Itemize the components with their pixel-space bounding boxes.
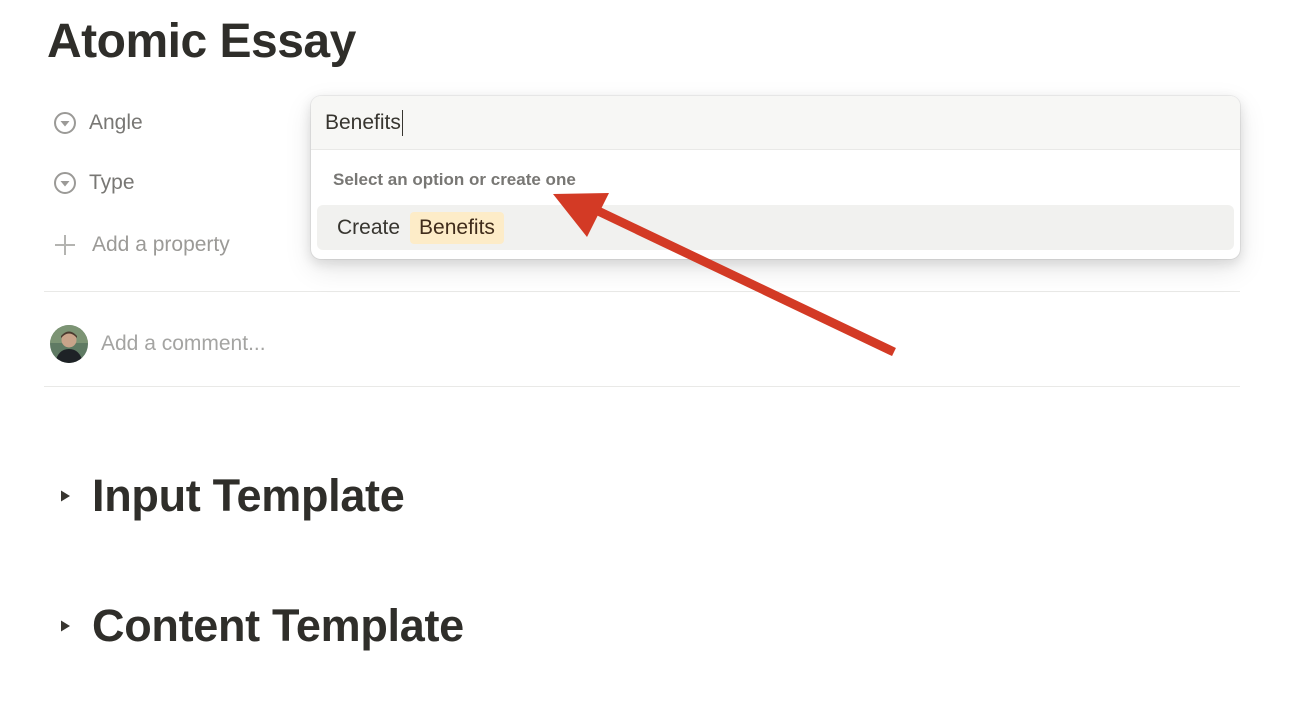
- toggle-heading-title: Content Template: [92, 600, 464, 651]
- comment-row[interactable]: Add a comment...: [50, 324, 266, 364]
- property-label: Type: [89, 171, 135, 194]
- select-dropdown: Benefits Select an option or create one …: [311, 96, 1240, 259]
- add-property-label: Add a property: [92, 233, 230, 256]
- create-option-button[interactable]: Create Benefits: [317, 205, 1234, 250]
- text-caret: [401, 109, 404, 136]
- option-tag: Benefits: [410, 211, 504, 244]
- add-property-button[interactable]: Add a property: [52, 225, 230, 265]
- search-value: Benefits: [325, 110, 401, 134]
- comment-input[interactable]: Add a comment...: [101, 332, 266, 356]
- select-circle-icon: [52, 170, 78, 196]
- plus-icon: [52, 232, 78, 258]
- divider: [44, 386, 1240, 387]
- property-angle[interactable]: Angle: [52, 103, 143, 143]
- option-search-input[interactable]: Benefits: [311, 96, 1240, 150]
- select-circle-icon: [52, 110, 78, 136]
- notion-page: Atomic Essay Angle Type Add a property A…: [0, 0, 1300, 708]
- toggle-heading-title: Input Template: [92, 470, 405, 521]
- avatar: [50, 325, 88, 363]
- toggle-content-template[interactable]: Content Template: [56, 600, 464, 652]
- triangle-right-icon[interactable]: [56, 617, 74, 635]
- toggle-input-template[interactable]: Input Template: [56, 470, 405, 522]
- divider: [44, 291, 1240, 292]
- property-label: Angle: [89, 111, 143, 134]
- triangle-right-icon[interactable]: [56, 487, 74, 505]
- page-title[interactable]: Atomic Essay: [47, 12, 356, 72]
- property-type[interactable]: Type: [52, 163, 135, 203]
- create-label: Create: [337, 215, 401, 239]
- dropdown-hint: Select an option or create one: [333, 170, 576, 189]
